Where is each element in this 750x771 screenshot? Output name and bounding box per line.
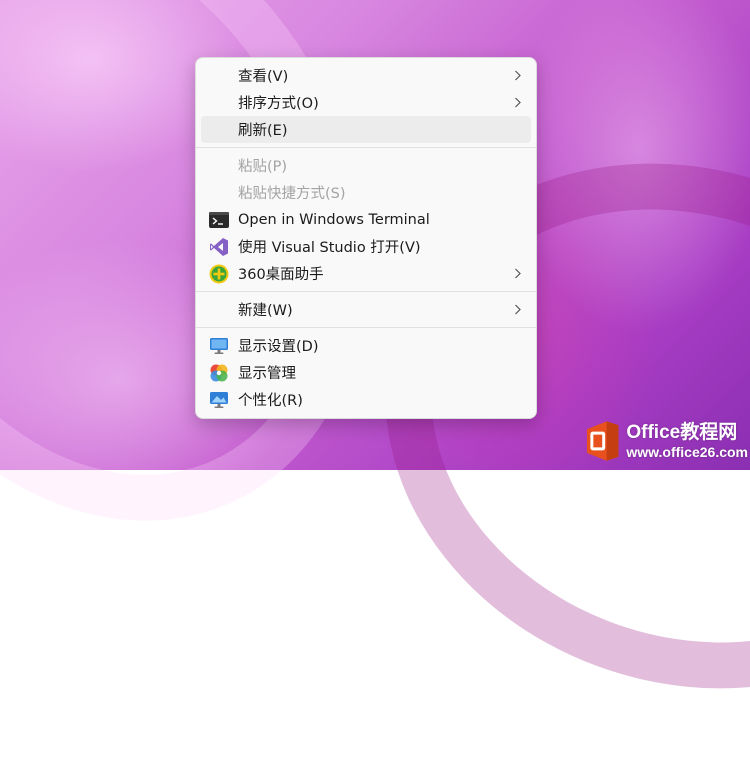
menu-item-360-desktop-assistant[interactable]: 360桌面助手 <box>201 260 531 287</box>
menu-item-new[interactable]: 新建(W) <box>201 296 531 323</box>
personalize-icon <box>209 390 229 409</box>
watermark-title: Office教程网 <box>626 422 738 443</box>
display-settings-icon <box>209 336 229 355</box>
chevron-right-icon <box>515 268 521 279</box>
menu-item-label: 使用 Visual Studio 打开(V) <box>238 240 421 256</box>
terminal-icon <box>209 210 229 229</box>
menu-item-view[interactable]: 查看(V) <box>201 62 531 89</box>
menu-item-label: 粘贴(P) <box>238 159 288 175</box>
menu-item-personalize[interactable]: 个性化(R) <box>201 386 531 413</box>
menu-item-open-in-terminal[interactable]: Open in Windows Terminal <box>201 206 531 233</box>
chevron-right-icon <box>515 70 521 81</box>
menu-item-display-manager[interactable]: 显示管理 <box>201 359 531 386</box>
menu-item-label: 显示管理 <box>238 366 296 382</box>
display-manager-icon <box>209 363 229 382</box>
menu-item-label: Open in Windows Terminal <box>238 211 430 228</box>
menu-separator <box>196 147 536 148</box>
chevron-right-icon <box>515 97 521 108</box>
menu-item-open-with-visual-studio[interactable]: 使用 Visual Studio 打开(V) <box>201 233 531 260</box>
menu-item-label: 刷新(E) <box>238 123 288 139</box>
menu-item-display-settings[interactable]: 显示设置(D) <box>201 332 531 359</box>
menu-item-paste[interactable]: 粘贴(P) <box>201 152 531 179</box>
desktop-context-menu: 查看(V) 排序方式(O) 刷新(E) 粘贴(P) 粘贴快捷方式(S) Open… <box>195 57 537 419</box>
menu-item-refresh[interactable]: 刷新(E) <box>201 116 531 143</box>
office-logo-icon <box>586 421 619 461</box>
menu-item-label: 个性化(R) <box>238 393 303 409</box>
menu-item-label: 360桌面助手 <box>238 267 324 283</box>
menu-separator <box>196 327 536 328</box>
chevron-right-icon <box>515 304 521 315</box>
visual-studio-icon <box>209 237 229 256</box>
menu-item-label: 显示设置(D) <box>238 339 319 355</box>
menu-item-label: 排序方式(O) <box>238 96 319 112</box>
menu-item-paste-shortcut[interactable]: 粘贴快捷方式(S) <box>201 179 531 206</box>
menu-item-label: 粘贴快捷方式(S) <box>238 186 346 202</box>
watermark-url: www.office26.com <box>626 444 748 460</box>
watermark-text: Office教程网 www.office26.com <box>626 423 748 459</box>
menu-item-sort-by[interactable]: 排序方式(O) <box>201 89 531 116</box>
watermark: Office教程网 www.office26.com <box>583 418 748 464</box>
menu-separator <box>196 291 536 292</box>
menu-item-label: 查看(V) <box>238 69 289 85</box>
menu-item-label: 新建(W) <box>238 303 293 319</box>
360-assistant-icon <box>209 264 229 283</box>
